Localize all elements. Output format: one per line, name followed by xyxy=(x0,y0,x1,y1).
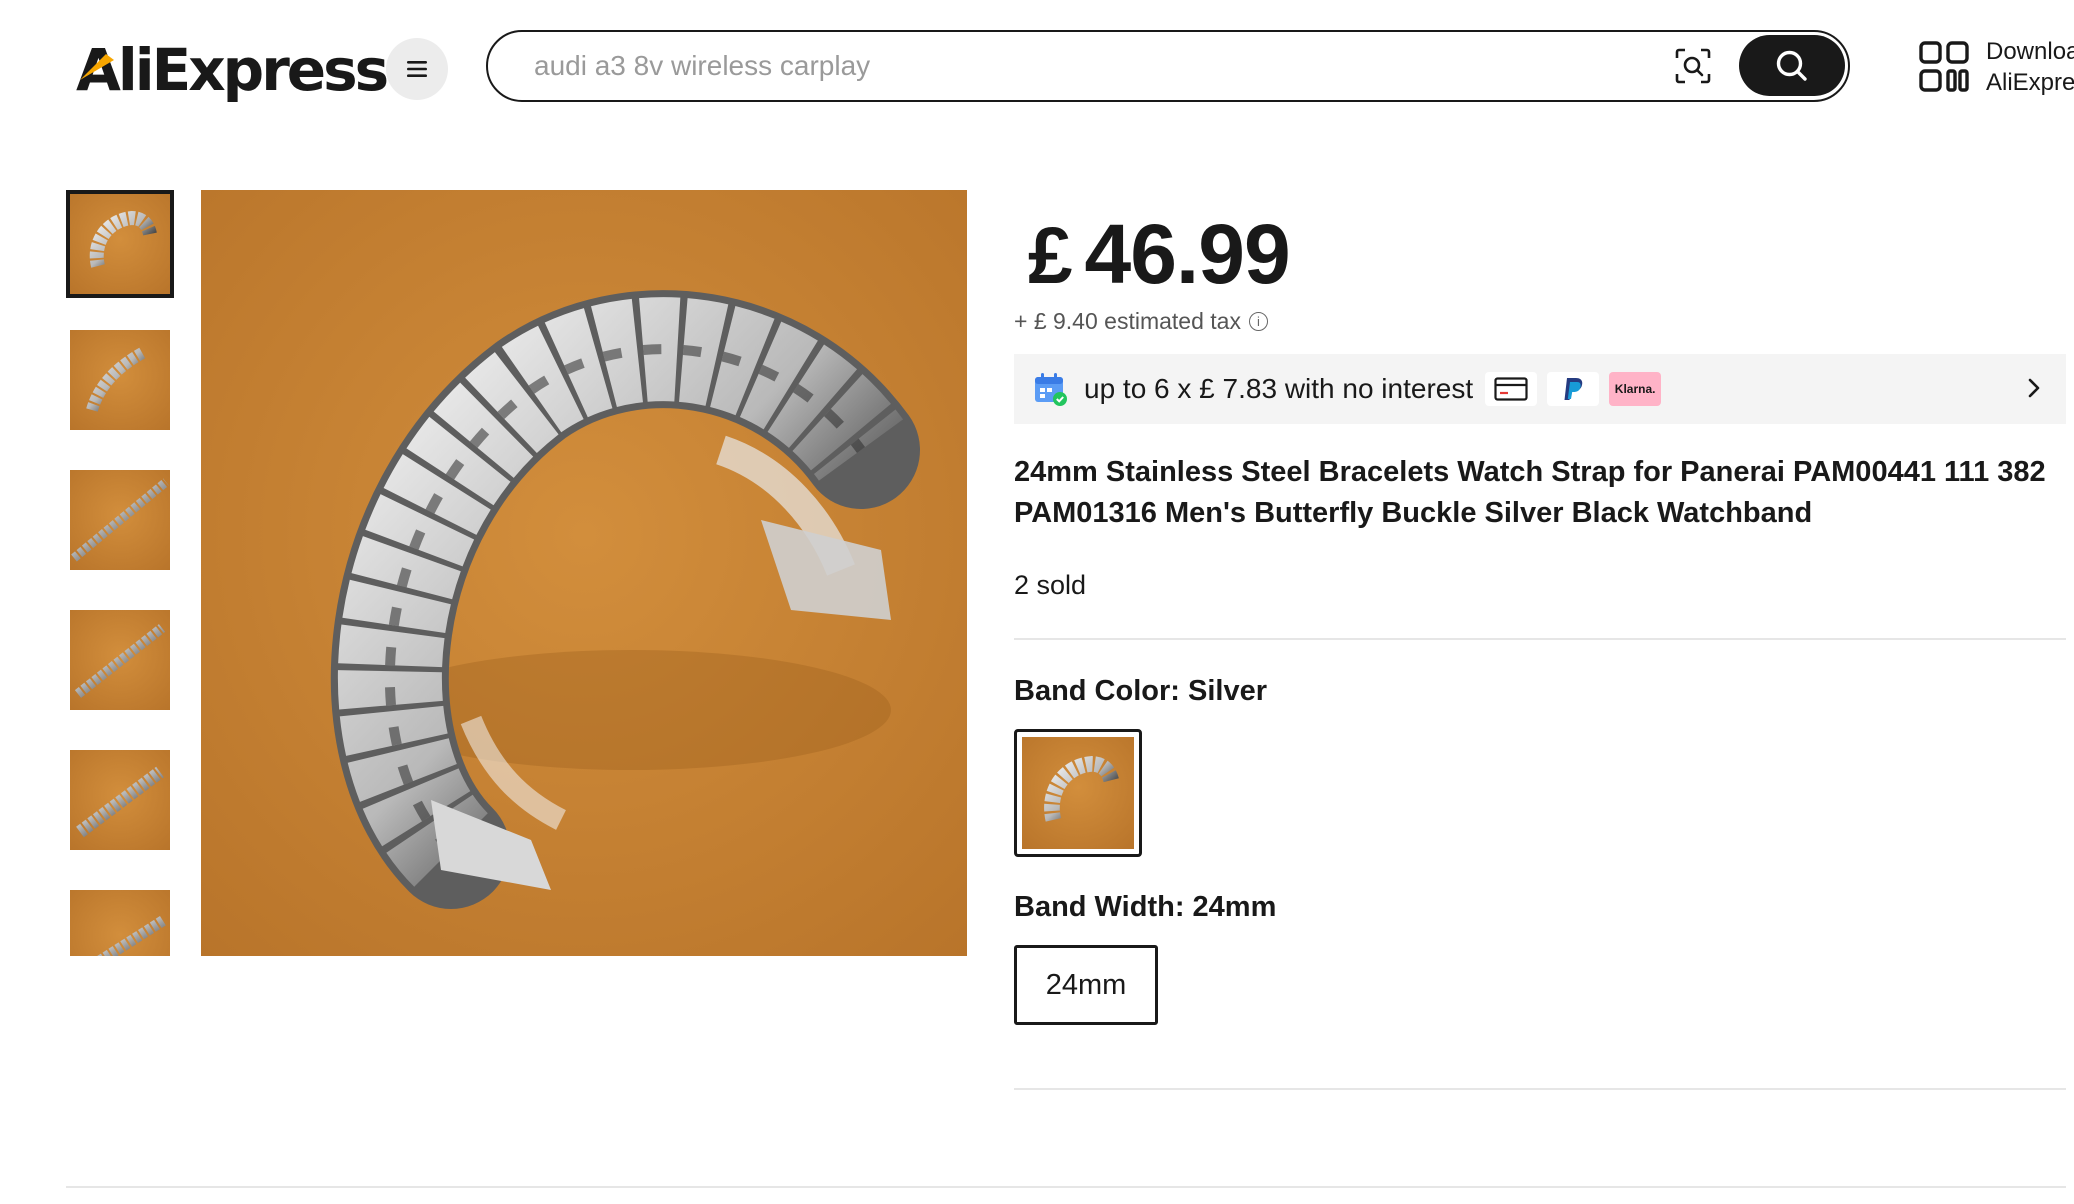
thumbnail-4-image xyxy=(70,610,170,710)
thumbnail-6-image xyxy=(70,890,170,956)
thumbnail-6[interactable] xyxy=(70,890,170,956)
section-divider xyxy=(1014,638,2066,640)
paypal-icon xyxy=(1547,372,1600,406)
search-bar xyxy=(486,30,1850,102)
qr-code-icon xyxy=(1919,41,1969,92)
product-price: £ 46.99 xyxy=(1028,206,1291,303)
image-search-icon xyxy=(1675,48,1711,84)
band-color-option-silver[interactable] xyxy=(1014,729,1142,857)
band-width-option[interactable]: 24mm xyxy=(1014,945,1158,1025)
price-amount: 46.99 xyxy=(1084,207,1291,301)
hamburger-menu-button[interactable] xyxy=(386,38,448,100)
download-app-link[interactable]: Download the AliExpress app xyxy=(1918,36,2074,98)
thumbnail-2-image xyxy=(70,330,170,430)
estimated-tax: + £ 9.40 estimated tax i xyxy=(1014,308,1268,335)
download-line-2: AliExpress app xyxy=(1986,69,2074,96)
thumbnail-strip xyxy=(66,190,176,956)
search-input[interactable] xyxy=(534,32,1634,99)
band-width-label: Band Width: 24mm xyxy=(1014,891,1277,923)
page-divider xyxy=(66,1186,2066,1188)
card-icon xyxy=(1485,372,1538,406)
band-color-swatch-image xyxy=(1022,737,1134,849)
search-button[interactable] xyxy=(1739,35,1845,96)
chevron-right-icon xyxy=(2028,378,2040,398)
installment-banner[interactable]: up to 6 x £ 7.83 with no interest Klarna… xyxy=(1014,354,2066,424)
price-currency: £ xyxy=(1028,211,1073,300)
thumbnail-2[interactable] xyxy=(70,330,170,430)
hamburger-menu-icon xyxy=(407,61,427,77)
band-color-label: Band Color: Silver xyxy=(1014,675,1267,707)
info-icon[interactable]: i xyxy=(1248,312,1268,331)
download-line-1: Download the xyxy=(1986,38,2074,65)
search-icon xyxy=(1776,50,1807,81)
thumbnail-3-image xyxy=(70,470,170,570)
installment-calendar-icon xyxy=(1035,373,1067,406)
section-divider-bottom xyxy=(1014,1088,2066,1090)
tax-text: + £ 9.40 estimated tax xyxy=(1014,308,1241,334)
thumbnail-3[interactable] xyxy=(70,470,170,570)
logo-text: AliExpress xyxy=(76,36,389,104)
product-title: 24mm Stainless Steel Bracelets Watch Str… xyxy=(1014,456,2046,529)
thumbnail-5-image xyxy=(70,750,170,850)
klarna-icon: Klarna. xyxy=(1609,372,1662,406)
main-product-image[interactable] xyxy=(201,190,967,956)
watch-bracelet-photo xyxy=(201,190,967,956)
thumbnail-4[interactable] xyxy=(70,610,170,710)
installment-text: up to 6 x £ 7.83 with no interest xyxy=(1084,373,1474,404)
sold-count: 2 sold xyxy=(1014,570,1087,600)
aliexpress-logo[interactable]: AliExpress xyxy=(76,30,389,110)
thumbnail-1[interactable] xyxy=(66,190,174,298)
thumbnail-5[interactable] xyxy=(70,750,170,850)
image-search-button[interactable] xyxy=(1671,44,1715,88)
thumbnail-1-image xyxy=(70,194,170,294)
